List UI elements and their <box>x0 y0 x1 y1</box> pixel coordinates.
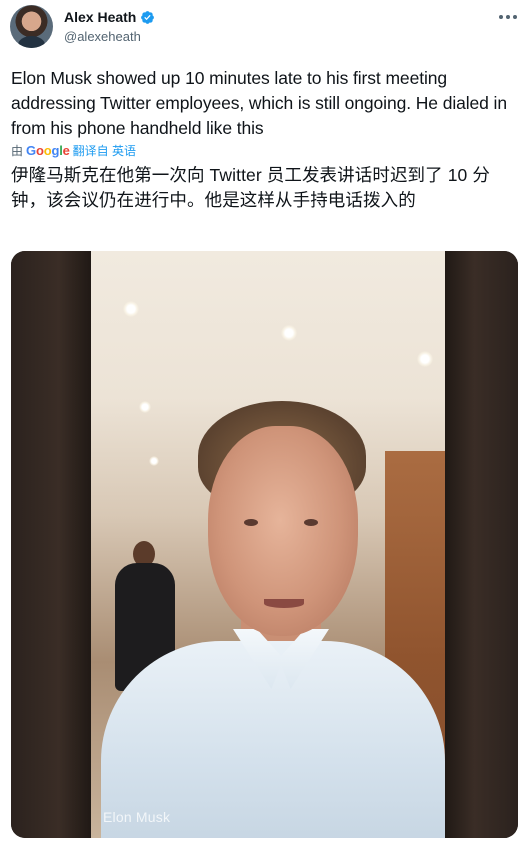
video-letterbox-right <box>445 251 518 838</box>
mouth <box>264 599 304 608</box>
handle[interactable]: @alexeheath <box>64 28 155 46</box>
ceiling-light <box>281 325 297 341</box>
tweet-header: Alex Heath @alexeheath <box>64 8 155 46</box>
video-media[interactable]: Elon Musk <box>11 251 518 838</box>
ceiling-light <box>149 456 159 466</box>
eye <box>304 519 318 526</box>
translated-by-prefix: 由 <box>11 144 24 158</box>
tweet: Alex Heath @alexeheath Elon Musk showed … <box>0 0 530 848</box>
google-logo: Google <box>26 143 70 158</box>
display-name[interactable]: Alex Heath <box>64 8 136 26</box>
more-options-icon[interactable] <box>498 12 518 22</box>
ceiling-light <box>417 351 433 367</box>
eye <box>244 519 258 526</box>
video-letterbox-left <box>11 251 91 838</box>
translated-text: 伊隆马斯克在他第一次向 Twitter 员工发表讲话时迟到了 10 分钟，该会议… <box>11 165 490 210</box>
translated-from-link[interactable]: 翻译自 英语 <box>73 142 136 159</box>
translation-attribution: 由 Google 翻译自 英语 <box>11 142 136 159</box>
ceiling-light <box>139 401 151 413</box>
tweet-text: Elon Musk showed up 10 minutes late to h… <box>11 68 507 138</box>
verified-badge-icon <box>141 10 155 24</box>
name-row: Alex Heath <box>64 8 155 26</box>
video-frame: Elon Musk <box>91 251 445 838</box>
ceiling-light <box>123 301 139 317</box>
avatar[interactable] <box>10 5 53 48</box>
video-watermark: Elon Musk <box>103 809 171 825</box>
